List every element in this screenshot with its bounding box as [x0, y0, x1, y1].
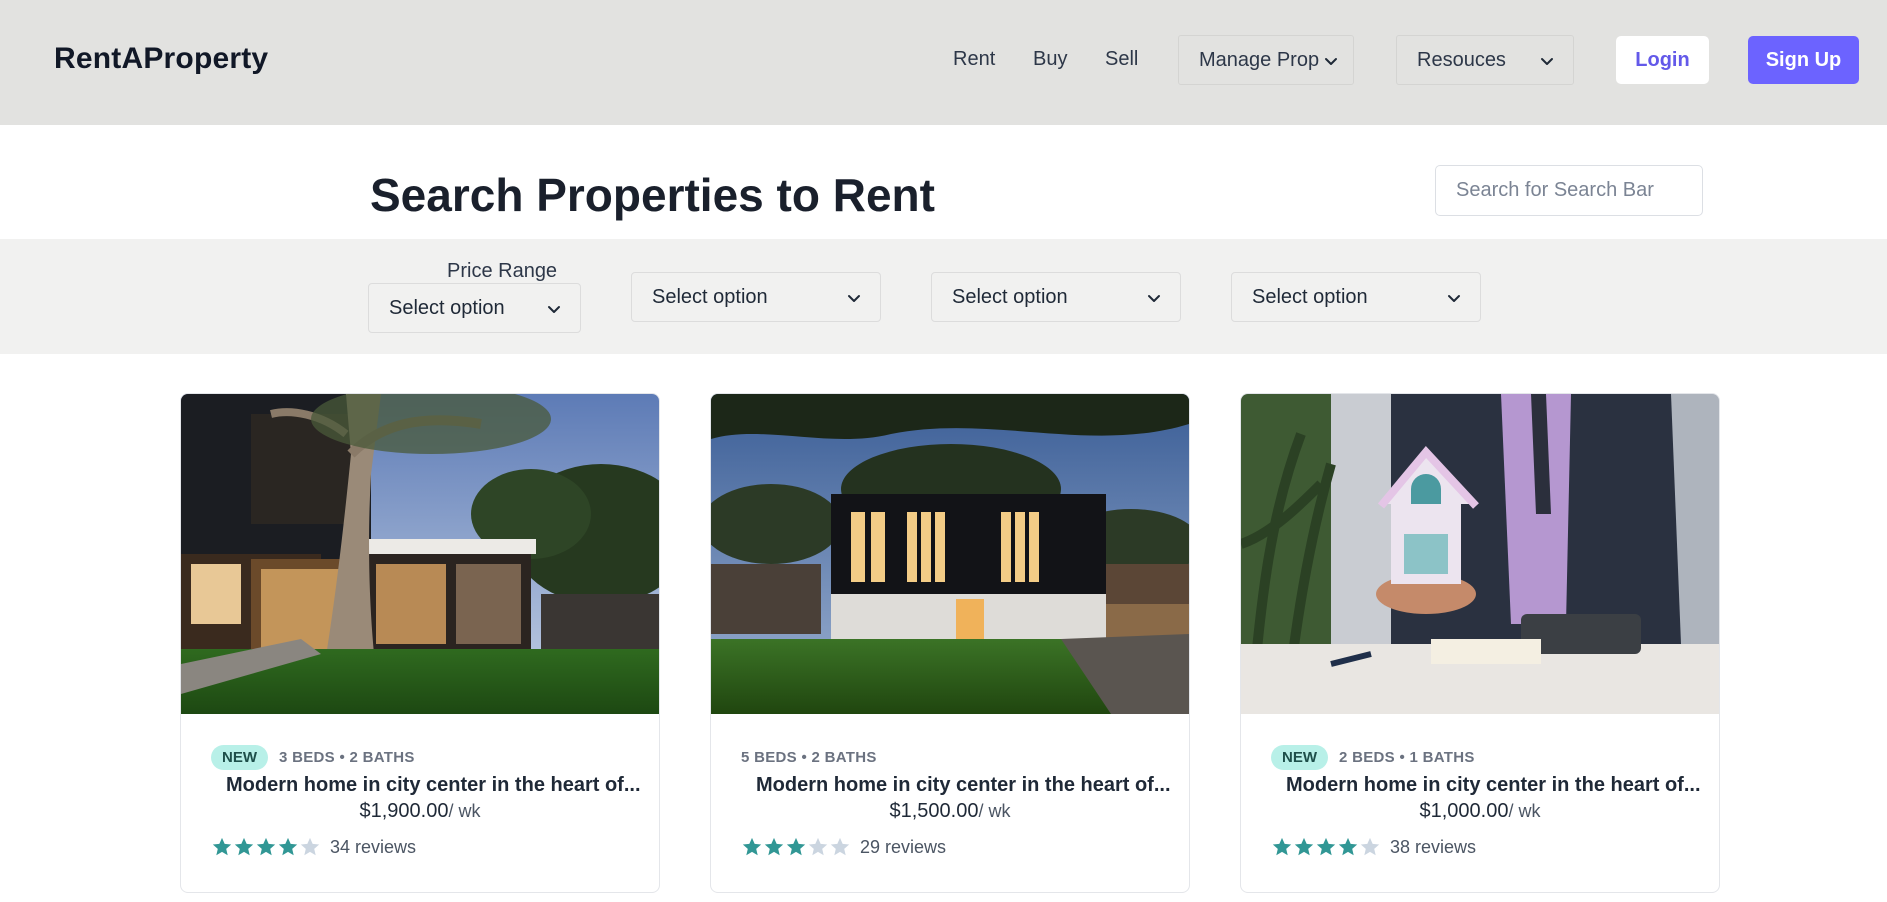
- sign-up-button[interactable]: Sign Up: [1748, 36, 1859, 84]
- chevron-down-icon: [1448, 295, 1460, 302]
- star-filled-icon: [1316, 837, 1336, 856]
- search-input[interactable]: [1435, 165, 1703, 216]
- listing-title[interactable]: Modern home in city center in the heart …: [226, 774, 641, 797]
- listing-price: $1,000.00/ wk: [1241, 800, 1719, 823]
- price-unit: / wk: [448, 801, 481, 821]
- beds-baths: 5 BEDS • 2 BATHS: [741, 748, 877, 766]
- review-count[interactable]: 29 reviews: [860, 837, 946, 858]
- select-value: Select option: [652, 285, 768, 308]
- resources-label: Resouces: [1417, 48, 1506, 71]
- property-photo[interactable]: [1241, 394, 1719, 714]
- star-empty-icon: [808, 837, 828, 856]
- price-unit: / wk: [978, 801, 1011, 821]
- chevron-down-icon: [1148, 295, 1160, 302]
- property-photo[interactable]: [711, 394, 1189, 714]
- beds-baths: 2 BEDS • 1 BATHS: [1339, 748, 1475, 766]
- chevron-down-icon: [548, 306, 560, 313]
- price-value: $1,500.00: [889, 800, 979, 822]
- resources-dropdown[interactable]: Resouces: [1396, 35, 1574, 85]
- star-rating: 34 reviews: [211, 836, 416, 858]
- price-value: $1,000.00: [1419, 800, 1509, 822]
- property-card[interactable]: NEW 3 BEDS • 2 BATHS Modern home in city…: [180, 393, 660, 893]
- manage-prop-label: Manage Prop: [1199, 48, 1320, 71]
- star-filled-icon: [278, 837, 298, 856]
- star-rating: 29 reviews: [741, 836, 946, 858]
- star-filled-icon: [786, 837, 806, 856]
- listing-meta: NEW 3 BEDS • 2 BATHS: [211, 744, 415, 770]
- chevron-down-icon: [1325, 58, 1337, 65]
- brand-logo[interactable]: RentAProperty: [54, 42, 268, 76]
- star-filled-icon: [1294, 837, 1314, 856]
- price-range-label: Price Range: [447, 260, 558, 282]
- star-filled-icon: [764, 837, 784, 856]
- property-photo[interactable]: [181, 394, 659, 714]
- chevron-down-icon: [848, 295, 860, 302]
- new-badge: NEW: [1271, 744, 1328, 770]
- star-filled-icon: [256, 837, 276, 856]
- star-empty-icon: [1360, 837, 1380, 856]
- price-unit: / wk: [1508, 801, 1541, 821]
- manage-prop-dropdown[interactable]: Manage Prop: [1178, 35, 1354, 85]
- filter-select-2[interactable]: Select option: [631, 272, 881, 322]
- star-empty-icon: [300, 837, 320, 856]
- top-navigation-bar: RentAProperty Rent Buy Sell Manage Prop …: [0, 0, 1887, 125]
- select-value: Select option: [952, 285, 1068, 308]
- price-value: $1,900.00: [359, 800, 449, 822]
- nav-link-sell[interactable]: Sell: [1105, 48, 1138, 71]
- select-value: Select option: [389, 296, 505, 319]
- listing-title[interactable]: Modern home in city center in the heart …: [756, 774, 1171, 797]
- review-count[interactable]: 34 reviews: [330, 837, 416, 858]
- star-filled-icon: [1338, 837, 1358, 856]
- login-button[interactable]: Login: [1616, 36, 1709, 84]
- listing-meta: NEW 2 BEDS • 1 BATHS: [1271, 744, 1475, 770]
- listing-meta: 5 BEDS • 2 BATHS: [741, 744, 877, 770]
- chevron-down-icon: [1541, 58, 1553, 65]
- star-empty-icon: [830, 837, 850, 856]
- listing-title[interactable]: Modern home in city center in the heart …: [1286, 774, 1701, 797]
- price-range-select[interactable]: Select option: [368, 283, 581, 333]
- listing-price: $1,900.00/ wk: [181, 800, 659, 823]
- star-rating: 38 reviews: [1271, 836, 1476, 858]
- filter-select-3[interactable]: Select option: [931, 272, 1181, 322]
- nav-link-rent[interactable]: Rent: [953, 48, 995, 71]
- star-filled-icon: [742, 837, 762, 856]
- page-title: Search Properties to Rent: [370, 169, 935, 221]
- nav-link-buy[interactable]: Buy: [1033, 48, 1067, 71]
- beds-baths: 3 BEDS • 2 BATHS: [279, 748, 415, 766]
- select-value: Select option: [1252, 285, 1368, 308]
- listing-price: $1,500.00/ wk: [711, 800, 1189, 823]
- star-filled-icon: [1272, 837, 1292, 856]
- new-badge: NEW: [211, 744, 268, 770]
- star-filled-icon: [212, 837, 232, 856]
- property-card[interactable]: NEW 2 BEDS • 1 BATHS Modern home in city…: [1240, 393, 1720, 893]
- property-card[interactable]: 5 BEDS • 2 BATHS Modern home in city cen…: [710, 393, 1190, 893]
- star-filled-icon: [234, 837, 254, 856]
- filter-select-4[interactable]: Select option: [1231, 272, 1481, 322]
- review-count[interactable]: 38 reviews: [1390, 837, 1476, 858]
